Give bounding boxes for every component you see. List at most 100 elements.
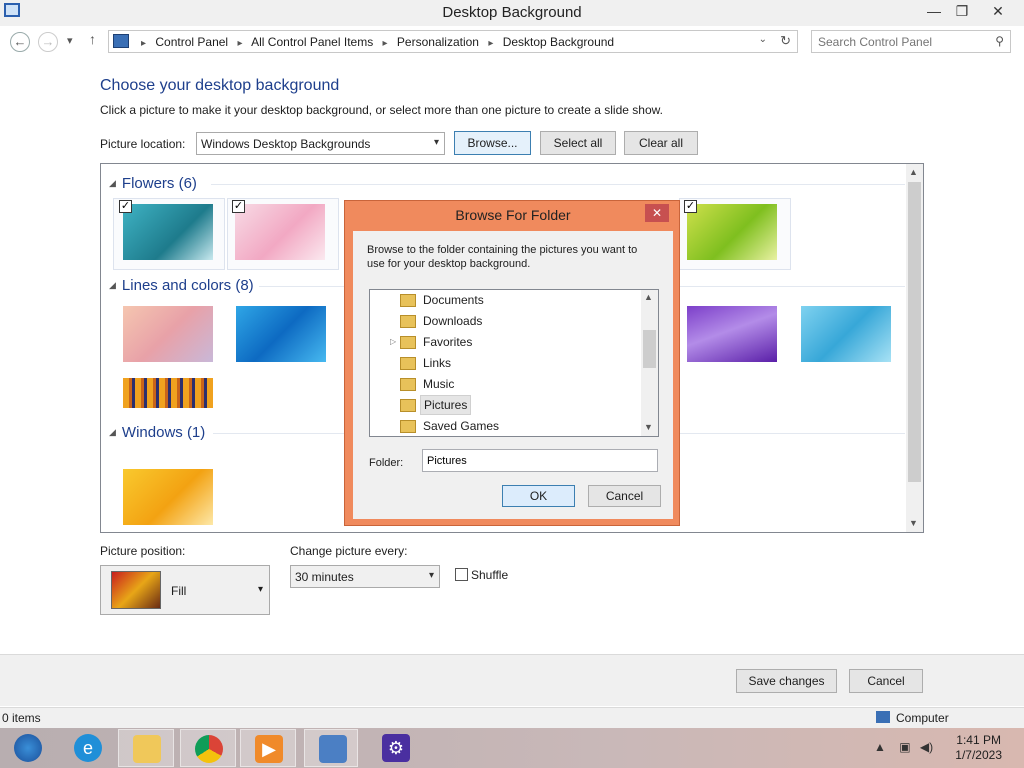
search-icon[interactable]: ⚲ — [995, 34, 1004, 48]
scroll-down-icon[interactable]: ▼ — [644, 422, 653, 432]
scrollbar-thumb[interactable] — [643, 330, 656, 368]
address-bar[interactable]: ▸ Control Panel ▸ All Control Panel Item… — [108, 30, 798, 53]
taskbar-control-panel[interactable] — [304, 729, 358, 767]
dialog-close-button[interactable]: ✕ — [645, 204, 669, 222]
search-input[interactable] — [818, 32, 988, 52]
wallpaper-thumbnail[interactable] — [123, 204, 213, 260]
clock[interactable]: 1:41 PM 1/7/2023 — [955, 733, 1002, 763]
folder-icon — [400, 315, 416, 328]
select-all-button[interactable]: Select all — [540, 131, 616, 155]
scroll-up-icon[interactable]: ▲ — [644, 292, 653, 302]
group-header-windows[interactable]: ◢ Windows (1) — [109, 424, 205, 441]
taskbar-settings[interactable]: ⚙ — [368, 729, 422, 767]
tree-item-music[interactable]: Music — [370, 374, 640, 394]
picture-position-select[interactable]: Fill ▾ — [100, 565, 270, 615]
folder-tree[interactable]: Documents Downloads ▷ Favorites Links Mu… — [369, 289, 659, 437]
computer-icon — [876, 711, 890, 723]
collapse-icon[interactable]: ◢ — [109, 280, 116, 290]
group-header-flowers[interactable]: ◢ Flowers (6) — [109, 175, 197, 192]
up-button[interactable]: ↑ — [89, 31, 96, 47]
wallpaper-thumbnail[interactable] — [687, 306, 777, 362]
taskbar-chrome[interactable] — [180, 729, 236, 767]
thumbnail-checkbox[interactable]: ✓ — [232, 200, 245, 213]
show-hidden-icons-icon[interactable]: ▲ — [874, 740, 886, 754]
start-button[interactable] — [0, 729, 56, 767]
search-box[interactable]: ⚲ — [811, 30, 1011, 53]
change-interval-value: 30 minutes — [295, 570, 354, 584]
group-title-lines-and-colors: Lines and colors (8) — [121, 277, 254, 294]
dialog-title: Browse For Folder — [455, 207, 571, 223]
network-icon[interactable]: ▣ — [899, 740, 910, 754]
control-panel-icon — [113, 34, 129, 48]
group-header-lines-and-colors[interactable]: ◢ Lines and colors (8) — [109, 277, 254, 294]
windows-logo-icon — [14, 734, 42, 762]
save-changes-button[interactable]: Save changes — [736, 669, 837, 693]
tree-item-downloads[interactable]: Downloads — [370, 311, 640, 331]
collapse-icon[interactable]: ◢ — [109, 178, 116, 188]
status-bar: 0 items Computer — [0, 707, 1024, 728]
clear-all-button[interactable]: Clear all — [624, 131, 698, 155]
tree-item-documents[interactable]: Documents — [370, 290, 640, 310]
breadcrumb-control-panel[interactable]: Control Panel — [155, 35, 228, 49]
tree-item-favorites[interactable]: ▷ Favorites — [370, 332, 640, 352]
thumbnail-checkbox[interactable]: ✓ — [684, 200, 697, 213]
tree-item-saved-games[interactable]: Saved Games — [370, 416, 640, 436]
taskbar-internet-explorer[interactable]: e — [60, 729, 116, 767]
picture-location-label: Picture location: — [100, 137, 186, 151]
breadcrumb-separator: ▸ — [141, 38, 147, 49]
breadcrumb-separator[interactable]: ▸ — [383, 38, 388, 49]
change-interval-select[interactable]: 30 minutes ▾ — [290, 565, 440, 588]
taskbar-media-player[interactable]: ▶ — [240, 729, 296, 767]
tree-item-label: Pictures — [420, 395, 472, 415]
scroll-down-icon[interactable]: ▼ — [909, 518, 918, 528]
forward-button[interactable]: → — [38, 32, 58, 52]
gallery-scrollbar[interactable]: ▲ ▼ — [906, 164, 923, 532]
tree-scrollbar[interactable]: ▲ ▼ — [641, 290, 658, 436]
page-title: Choose your desktop background — [100, 77, 340, 94]
recent-locations-button[interactable]: ▾ — [67, 34, 73, 47]
tree-item-label: Music — [423, 377, 455, 391]
tree-item-label: Links — [423, 356, 452, 370]
browse-button[interactable]: Browse... — [454, 131, 531, 155]
wallpaper-thumbnail[interactable] — [123, 306, 213, 362]
collapse-icon[interactable]: ◢ — [109, 427, 116, 437]
wallpaper-thumbnail[interactable] — [123, 469, 213, 525]
expand-icon[interactable]: ▷ — [390, 332, 396, 352]
thumbnail-checkbox[interactable]: ✓ — [119, 200, 132, 213]
tree-item-links[interactable]: Links — [370, 353, 640, 373]
scrollbar-thumb[interactable] — [908, 182, 921, 482]
breadcrumb-all-items[interactable]: All Control Panel Items — [251, 35, 373, 49]
scroll-up-icon[interactable]: ▲ — [909, 167, 918, 177]
folder-field[interactable] — [422, 449, 658, 472]
wallpaper-thumbnail[interactable] — [235, 204, 325, 260]
system-tray: ▲ ▣ ◀) 1:41 PM 1/7/2023 — [874, 728, 1024, 768]
address-dropdown-icon[interactable]: ⌄ — [759, 34, 767, 45]
navigation-bar: ← → ▾ ↑ ▸ Control Panel ▸ All Control Pa… — [0, 26, 1024, 58]
taskbar-file-explorer[interactable] — [118, 729, 174, 767]
breadcrumb-separator[interactable]: ▸ — [237, 38, 242, 49]
shuffle-checkbox[interactable]: Shuffle — [455, 568, 508, 582]
cancel-button[interactable]: Cancel — [849, 669, 923, 693]
wallpaper-thumbnail[interactable] — [236, 306, 326, 362]
minimize-button[interactable]: — — [920, 2, 948, 22]
checkbox-box[interactable] — [455, 568, 468, 581]
tree-item-pictures[interactable]: Pictures — [370, 395, 640, 415]
breadcrumb-personalization[interactable]: Personalization — [397, 35, 479, 49]
control-panel-icon — [319, 735, 347, 763]
media-player-icon: ▶ — [255, 735, 283, 763]
breadcrumb-separator[interactable]: ▸ — [488, 38, 493, 49]
dialog-cancel-button[interactable]: Cancel — [588, 485, 661, 507]
wallpaper-thumbnail[interactable] — [123, 378, 213, 408]
back-button[interactable]: ← — [10, 32, 30, 52]
gear-icon: ⚙ — [382, 734, 410, 762]
ok-button[interactable]: OK — [502, 485, 575, 507]
wallpaper-thumbnail[interactable] — [687, 204, 777, 260]
close-button[interactable]: ✕ — [984, 2, 1012, 22]
breadcrumb-desktop-background[interactable]: Desktop Background — [503, 35, 614, 49]
volume-icon[interactable]: ◀) — [920, 740, 933, 754]
refresh-icon[interactable]: ↻ — [780, 33, 791, 49]
status-location: Computer — [876, 711, 949, 725]
wallpaper-thumbnail[interactable] — [801, 306, 891, 362]
restore-button[interactable]: ❐ — [948, 2, 976, 22]
picture-location-select[interactable]: Windows Desktop Backgrounds ▾ — [196, 132, 445, 155]
